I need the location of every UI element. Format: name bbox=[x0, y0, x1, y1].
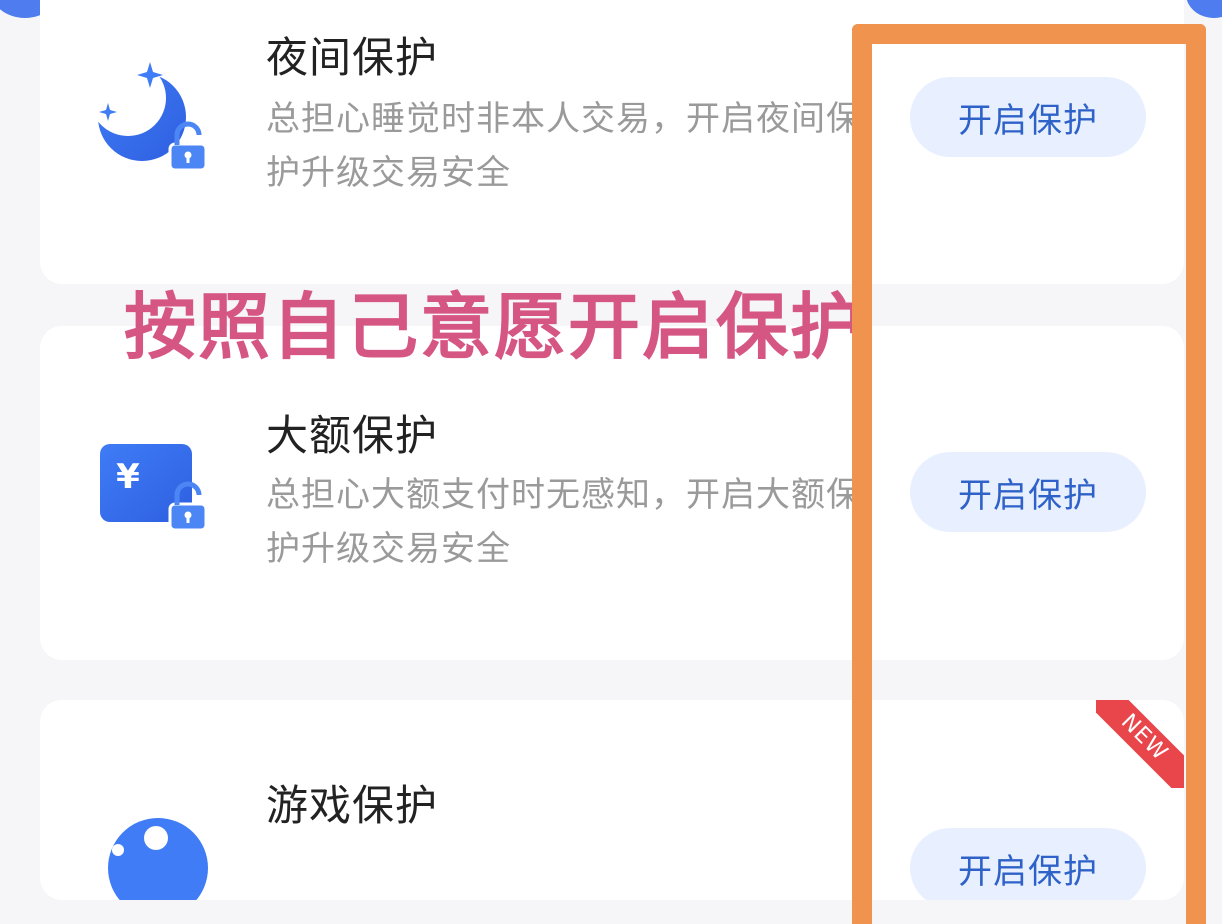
game-icon bbox=[98, 818, 216, 900]
annotation-text: 按照自己意愿开启保护 bbox=[124, 285, 865, 369]
top-right-accent bbox=[1186, 0, 1222, 18]
new-badge: NEW bbox=[1096, 700, 1184, 788]
moon-lock-icon bbox=[90, 56, 216, 174]
card-title: 游戏保护 bbox=[266, 781, 439, 830]
game-protection-card: 游戏保护 开启保护 NEW bbox=[40, 700, 1184, 900]
card-description: 总担心大额支付时无感知，开启大额保护升级交易安全 bbox=[266, 475, 861, 569]
night-protection-card: 夜间保护 总担心睡觉时非本人交易，开启夜间保护升级交易安全 开启保护 bbox=[40, 0, 1184, 284]
card-title: 夜间保护 bbox=[266, 33, 439, 82]
card-description: 总担心睡觉时非本人交易，开启夜间保护升级交易安全 bbox=[266, 99, 861, 193]
enable-night-protection-button[interactable]: 开启保护 bbox=[910, 77, 1146, 157]
yuan-card-lock-icon: ¥ bbox=[98, 438, 216, 556]
new-badge-label: NEW bbox=[1096, 700, 1184, 788]
svg-text:¥: ¥ bbox=[116, 457, 140, 497]
card-title: 大额保护 bbox=[266, 411, 439, 460]
enable-game-protection-button[interactable]: 开启保护 bbox=[910, 828, 1146, 900]
enable-large-amount-protection-button[interactable]: 开启保护 bbox=[910, 452, 1146, 532]
large-amount-protection-card: ¥ 大额保护 总担心大额支付时无感知，开启大额保护升级交易安全 开启保护 bbox=[40, 326, 1184, 660]
